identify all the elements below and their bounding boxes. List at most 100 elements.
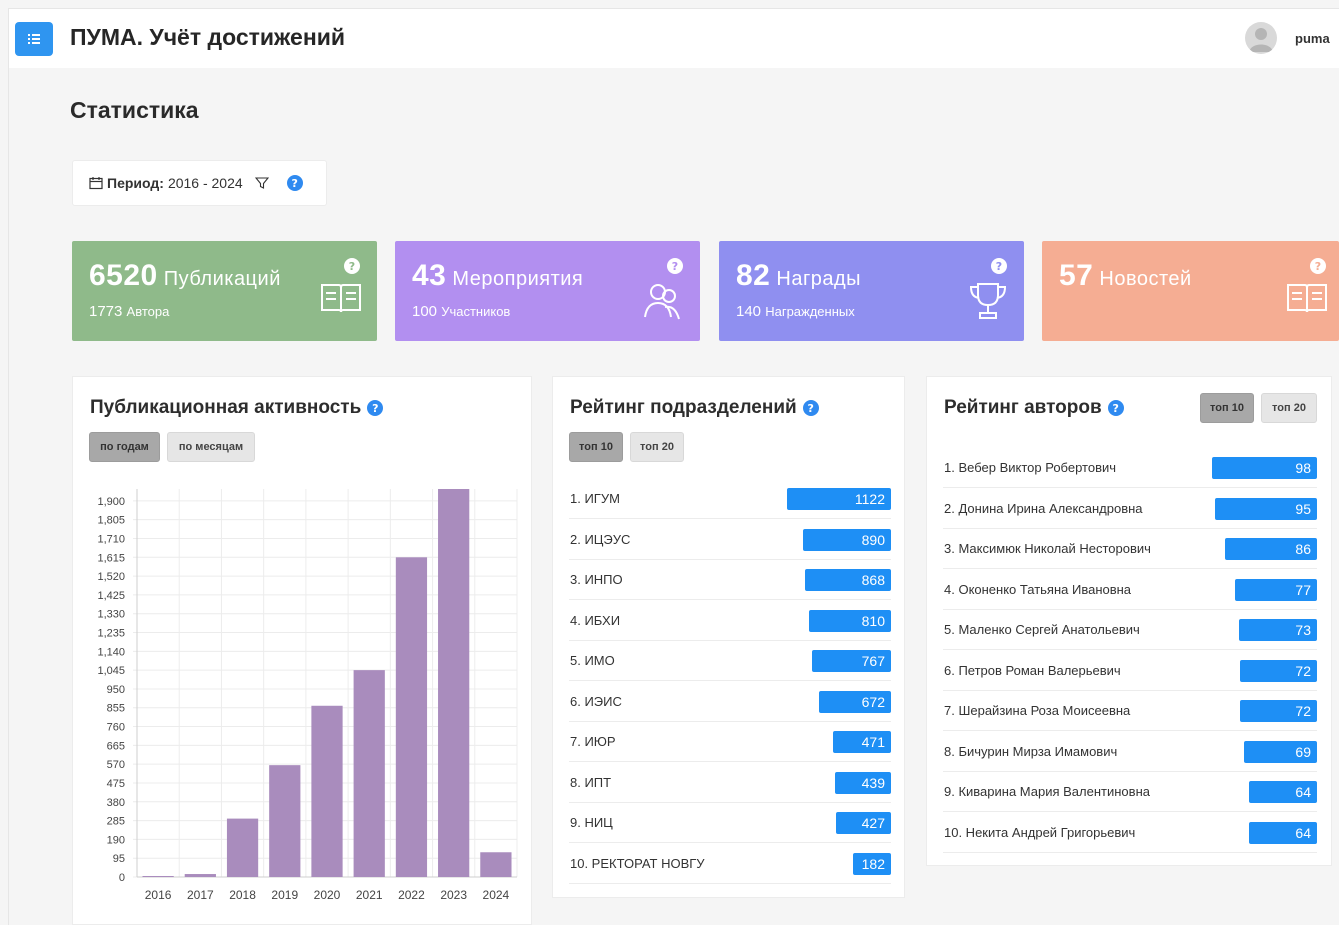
period-help-icon[interactable]: ? — [286, 175, 303, 191]
author-row[interactable]: 2. Донина Ирина Александровна 95 — [943, 489, 1317, 529]
department-row[interactable]: 9. НИЦ 427 — [569, 803, 891, 843]
department-row-value: 427 — [835, 812, 891, 834]
department-row-name: 2. ИЦЭУС — [570, 531, 631, 547]
author-row[interactable]: 9. Киварина Мария Валентиновна 64 — [943, 772, 1317, 812]
top-10-button[interactable]: топ 10 — [1200, 393, 1254, 423]
author-row[interactable]: 1. Вебер Виктор Робертович 98 — [943, 448, 1317, 488]
author-row[interactable]: 3. Максимюк Николай Несторович 86 — [943, 529, 1317, 569]
x-tick-label: 2019 — [271, 888, 298, 902]
y-tick-label: 1,615 — [97, 552, 125, 564]
department-row-name: 6. ИЭИС — [570, 693, 622, 709]
author-row-value: 64 — [1249, 781, 1317, 803]
author-row-name: 10. Некита Андрей Григорьевич — [944, 824, 1136, 840]
page-title: Статистика — [70, 97, 199, 123]
department-row[interactable]: 6. ИЭИС 672 — [569, 682, 891, 722]
y-tick-label: 475 — [107, 778, 125, 790]
news-count: 57 — [1059, 259, 1094, 292]
author-row-value: 95 — [1215, 497, 1317, 520]
menu-icon — [28, 34, 40, 44]
author-row-value: 77 — [1234, 578, 1317, 601]
y-tick-label: 1,900 — [97, 496, 125, 508]
department-row[interactable]: 8. ИПТ 439 — [569, 763, 891, 803]
x-tick-label: 2023 — [440, 888, 467, 902]
department-rating-panel: Рейтинг подразделений ? топ 10 топ 20 1.… — [552, 376, 905, 898]
filter-icon[interactable] — [254, 176, 269, 190]
help-icon[interactable]: ? — [1310, 258, 1326, 274]
department-row[interactable]: 4. ИБХИ 810 — [569, 601, 891, 641]
author-row-value: 64 — [1249, 821, 1317, 844]
help-icon[interactable]: ? — [991, 258, 1007, 274]
y-tick-label: 950 — [107, 684, 125, 696]
department-row-name: 8. ИПТ — [570, 774, 612, 790]
author-row[interactable]: 4. Оконенко Татьяна Ивановна 77 — [943, 570, 1317, 610]
department-row[interactable]: 7. ИЮР 471 — [569, 722, 891, 762]
bar-2024 — [480, 852, 512, 877]
author-row-name: 3. Максимюк Николай Несторович — [944, 541, 1151, 556]
top-bar: ПУМА. Учёт достижений puma — [8, 8, 1339, 68]
awards-count: 82 — [736, 259, 771, 292]
department-row-name: 4. ИБХИ — [570, 612, 621, 628]
y-tick-label: 1,425 — [97, 590, 125, 602]
y-tick-label: 1,140 — [97, 646, 125, 658]
period-label: Период: — [107, 175, 164, 191]
department-row[interactable]: 3. ИНПО 868 — [569, 560, 891, 600]
department-row-name: 10. РЕКТОРАТ НОВГУ — [570, 855, 705, 871]
author-row-name: 9. Киварина Мария Валентиновна — [944, 784, 1150, 799]
stat-card-news[interactable]: 57 Новостей ? — [1042, 241, 1339, 341]
x-tick-label: 2022 — [398, 888, 425, 902]
help-icon[interactable]: ? — [667, 258, 683, 274]
help-icon[interactable]: ? — [344, 258, 360, 274]
y-tick-label: 190 — [107, 834, 125, 846]
username[interactable]: puma — [1295, 31, 1330, 46]
author-row-value: 72 — [1240, 659, 1317, 682]
bar-2022 — [395, 557, 428, 877]
author-row-name: 7. Шерайзина Роза Моисеевна — [944, 703, 1131, 718]
author-row[interactable]: 5. Маленко Сергей Анатольевич 73 — [943, 610, 1317, 650]
bar-2021 — [353, 670, 385, 877]
stat-card-events[interactable]: 43 Мероприятия 100 Участников ? — [395, 241, 700, 341]
department-row-value: 439 — [834, 771, 891, 794]
author-row[interactable]: 10. Некита Андрей Григорьевич 64 — [943, 813, 1317, 853]
author-row-name: 4. Оконенко Татьяна Ивановна — [944, 581, 1132, 597]
top-20-button[interactable]: топ 20 — [1261, 393, 1317, 423]
author-row-value: 73 — [1239, 619, 1317, 641]
app-title: ПУМА. Учёт достижений — [70, 24, 346, 50]
department-row[interactable]: 2. ИЦЭУС 890 — [569, 520, 891, 560]
author-row[interactable]: 7. Шерайзина Роза Моисеевна 72 — [943, 691, 1317, 731]
stat-card-awards[interactable]: 82 Награды 140 Награжденных ? — [719, 241, 1024, 341]
y-tick-label: 1,330 — [97, 609, 125, 621]
awards-label: Награды — [776, 268, 862, 290]
help-icon[interactable]: ? — [802, 400, 819, 416]
people-icon — [644, 284, 680, 320]
avatar[interactable] — [1245, 22, 1277, 54]
department-row-name: 9. НИЦ — [570, 815, 613, 830]
author-row[interactable]: 8. Бичурин Мирза Имамович 69 — [943, 732, 1317, 772]
bar-2016 — [142, 876, 174, 878]
top-20-button[interactable]: топ 20 — [630, 432, 684, 462]
x-tick-label: 2020 — [314, 888, 341, 902]
x-tick-label: 2018 — [229, 888, 256, 902]
period-filter[interactable]: Период: 2016 - 2024 ? — [72, 160, 327, 206]
author-row[interactable]: 6. Петров Роман Валерьевич 72 — [943, 651, 1317, 691]
bar-2020 — [311, 705, 343, 877]
user-avatar-icon — [1249, 28, 1273, 52]
department-row[interactable]: 5. ИМО 767 — [569, 641, 891, 681]
department-row[interactable]: 10. РЕКТОРАТ НОВГУ 182 — [569, 844, 891, 884]
y-tick-label: 0 — [119, 872, 125, 884]
department-row[interactable]: 1. ИГУМ 1122 — [569, 479, 891, 519]
authors-label: Автора — [126, 304, 170, 319]
y-tick-label: 1,045 — [97, 665, 125, 677]
menu-button[interactable] — [15, 22, 53, 56]
y-tick-label: 570 — [107, 759, 125, 771]
x-tick-label: 2024 — [483, 888, 510, 902]
y-tick-label: 380 — [107, 797, 125, 809]
panel-title: Рейтинг подразделений ? — [570, 397, 819, 419]
department-row-value: 868 — [804, 569, 891, 591]
help-icon[interactable]: ? — [1107, 400, 1124, 416]
participants-label: Участников — [441, 304, 511, 319]
top-10-button[interactable]: топ 10 — [569, 432, 623, 462]
y-tick-label: 1,235 — [97, 628, 125, 640]
stat-card-publications[interactable]: 6520 Публикаций 1773 Автора ? — [72, 241, 377, 341]
y-tick-label: 1,805 — [97, 515, 125, 527]
department-row-value: 672 — [818, 690, 891, 713]
